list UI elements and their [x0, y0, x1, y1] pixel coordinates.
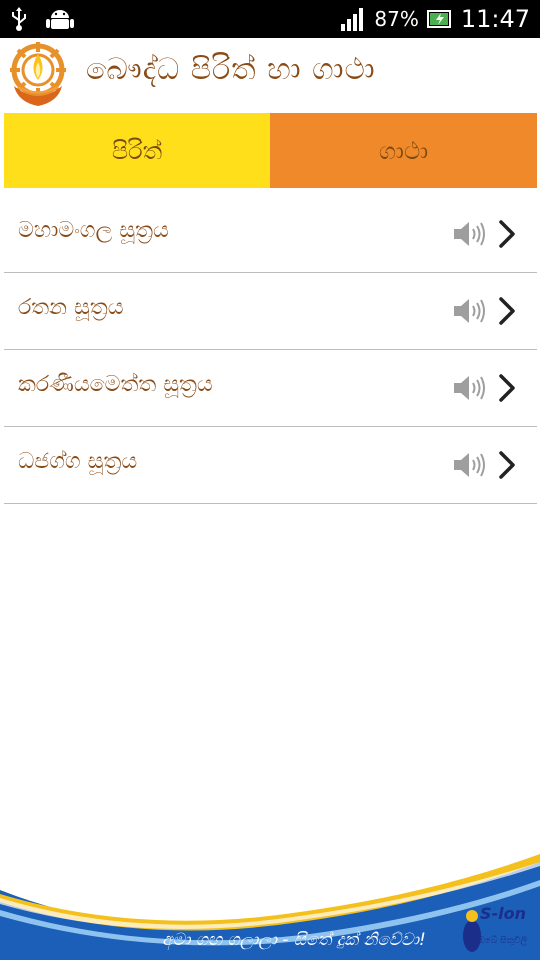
list-item-label: රතන සූත්‍රය — [18, 295, 124, 320]
tab-gatha[interactable]: ගාථා — [270, 113, 537, 188]
dharma-wheel-lamp-logo — [10, 42, 66, 106]
battery-percent: 87% — [374, 7, 419, 31]
list-item-label: ධජග්ග සූත්‍රය — [18, 449, 138, 474]
battery-charging-icon — [426, 10, 451, 28]
brand-name: S-lon — [480, 904, 527, 923]
list-item[interactable]: ධජග්ග සූත්‍රය — [4, 427, 537, 504]
ad-banner[interactable]: අමා ගඟ ගලාලා - සිතේ දුක් නිවේවා! S-lon ඔ… — [0, 850, 540, 960]
chevron-right-icon — [499, 297, 515, 325]
banner-slogan: අමා ගඟ ගලාලා - සිතේ දුක් නිවේවා! — [162, 930, 426, 950]
sutta-list: මහාමංගල සූත්‍රය රතන සූත්‍රය කරණීයමෙත්ත ස… — [4, 196, 537, 504]
chevron-right-icon — [499, 451, 515, 479]
android-debug-icon — [46, 10, 74, 29]
list-item[interactable]: කරණීයමෙත්ත සූත්‍රය — [4, 350, 537, 427]
list-item[interactable]: රතන සූත්‍රය — [4, 273, 537, 350]
tab-gatha-label: ගාථා — [378, 136, 429, 165]
signal-icon — [341, 8, 364, 31]
list-item-label: මහාමංගල සූත්‍රය — [18, 218, 169, 243]
list-item-label: කරණීයමෙත්ත සූත්‍රය — [18, 372, 213, 397]
speaker-icon[interactable] — [452, 451, 486, 479]
usb-icon — [12, 7, 26, 31]
speaker-icon[interactable] — [452, 297, 486, 325]
tab-pirith-label: පිරිත් — [111, 136, 163, 165]
tab-bar: පිරිත් ගාථා — [4, 113, 537, 188]
status-bar: 87% 11:47 — [0, 0, 540, 38]
app-title: බෞද්ධ පිරිත් හා ගාථා — [86, 52, 376, 87]
speaker-icon[interactable] — [452, 220, 486, 248]
tab-pirith[interactable]: පිරිත් — [4, 113, 270, 188]
brand-tagline: ඔබේ සිතුවිලි — [478, 936, 528, 946]
speaker-icon[interactable] — [452, 374, 486, 402]
chevron-right-icon — [499, 220, 515, 248]
list-item[interactable]: මහාමංගල සූත්‍රය — [4, 196, 537, 273]
chevron-right-icon — [499, 374, 515, 402]
app-header: බෞද්ධ පිරිත් හා ගාථා — [0, 38, 540, 112]
clock: 11:47 — [460, 5, 530, 33]
